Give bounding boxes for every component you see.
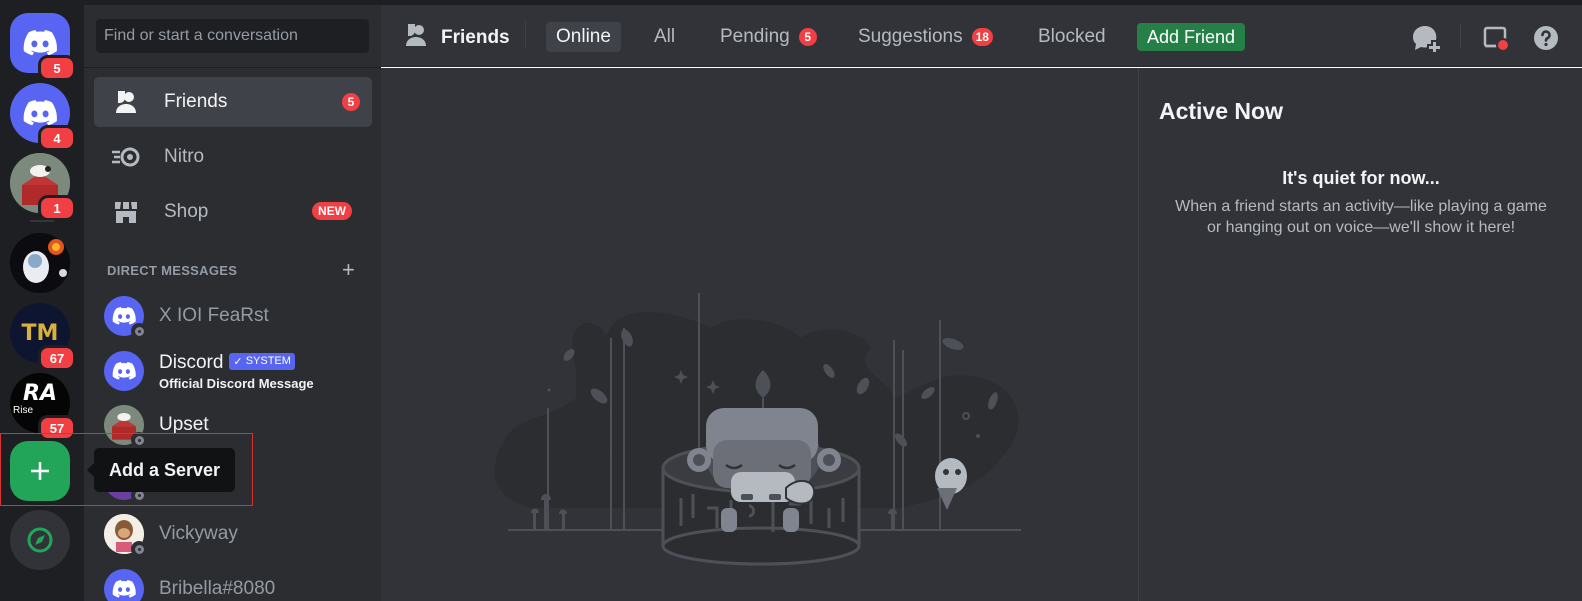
header-divider [1460,23,1461,49]
tab-pending[interactable]: Pending 5 [710,22,827,52]
empty-state-title: It's quiet for now... [1282,168,1440,188]
friends-icon [110,88,142,116]
header-divider [525,21,526,49]
server-upset[interactable]: 1 [10,153,76,221]
dm-item[interactable]: Vickyway [94,509,372,559]
dm-item[interactable]: X IOI FeaRst [94,291,372,341]
notification-badge: 1 [38,195,76,221]
avatar [104,351,144,391]
nitro-icon [110,143,142,171]
sidebar-item-friends[interactable]: Friends 5 [94,77,372,127]
friends-icon [403,22,429,54]
avatar [104,569,144,601]
add-friend-button[interactable]: Add Friend [1137,23,1246,51]
tab-suggestions[interactable]: Suggestions 18 [848,22,1003,52]
dm-section-heading: DIRECT MESSAGES [107,263,238,278]
compass-icon [27,527,53,553]
pending-badge: 5 [798,28,817,46]
server-tm[interactable]: TM 67 [10,303,76,371]
discord-logo-icon [23,100,57,126]
sidebar-item-label: Friends [164,91,228,112]
friends-header: Friends Online All Pending 5 Suggestions 1… [381,5,1582,67]
rail-divider [30,220,54,222]
dm-sidebar: Find or start a conversation Friends 5 N… [84,5,381,601]
tab-all[interactable]: All [644,22,685,52]
highlight-box [0,433,253,506]
notification-badge: 4 [38,125,76,151]
new-group-dm-icon[interactable] [1411,23,1441,53]
server-rail: 5 4 1 TM 67 RA Rise 57 [0,5,84,601]
discord-logo-icon [112,580,136,598]
offline-status-icon [131,541,147,557]
discord-logo-icon [112,307,136,325]
help-icon[interactable] [1531,23,1561,53]
friends-count-badge: 5 [342,93,360,111]
dm-name: X IOI FeaRst [159,305,269,326]
page-title: Friends [403,22,510,54]
server-discord[interactable]: 4 [10,83,76,151]
discord-logo-icon [112,362,136,380]
search-input[interactable]: Find or start a conversation [96,19,369,53]
shop-icon [110,198,142,226]
verified-check-icon: ✓ [233,355,246,368]
tab-blocked[interactable]: Blocked [1028,22,1116,52]
create-dm-plus-icon[interactable]: + [342,257,355,283]
dm-item[interactable]: Bribella#8080 [94,564,372,601]
explore-servers-button[interactable] [10,510,70,570]
sidebar-item-label: Nitro [164,146,205,167]
wumpus-sleeping-illustration [494,293,1021,566]
sidebar-item-label: Shop [164,201,209,222]
dm-name: Discord [159,351,224,373]
inbox-icon[interactable] [1481,23,1511,53]
dm-subtitle: Official Discord Message [159,375,314,391]
server-risea[interactable]: RA Rise 57 [10,373,76,441]
active-now-title: Active Now [1159,98,1283,124]
sidebar-divider [84,67,381,68]
sidebar-item-shop[interactable]: Shop NEW [94,187,372,237]
friends-content [381,68,1138,601]
notification-badge: 67 [38,345,76,371]
sidebar-item-nitro[interactable]: Nitro [94,132,372,182]
dm-name: Vickyway [159,523,238,544]
astronaut-avatar-icon [10,233,70,293]
empty-state-description: When a friend starts an activity—like pl… [1175,198,1547,236]
dm-item[interactable]: Discord ✓ SYSTEM Official Discord Message [94,346,372,396]
avatar [104,296,147,339]
discord-logo-icon [23,30,57,56]
avatar [104,514,147,557]
new-badge: NEW [312,202,352,220]
system-tag: ✓ SYSTEM [229,352,295,370]
suggestions-badge: 18 [971,28,993,46]
dm-name: Bribella#8080 [159,578,276,599]
tab-online[interactable]: Online [546,22,621,52]
server-astronaut[interactable] [10,233,70,293]
home-button[interactable]: 5 [10,13,76,81]
notification-badge: 5 [38,55,76,81]
active-now-panel: Active Now It's quiet for now... When a … [1138,68,1582,601]
offline-status-icon [131,323,147,339]
